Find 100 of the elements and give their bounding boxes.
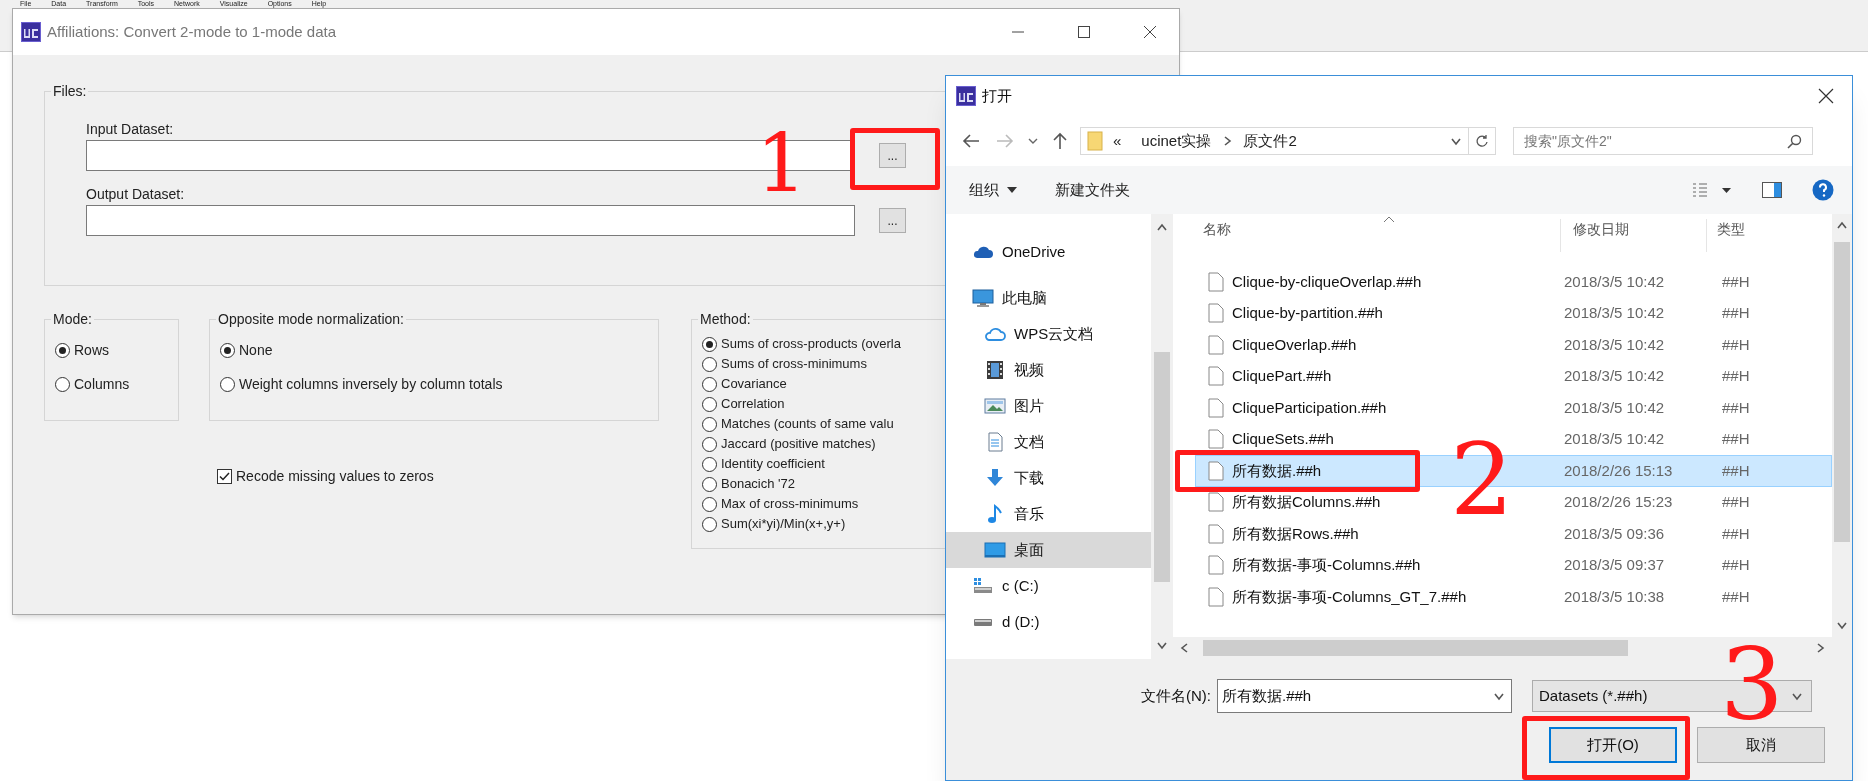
- radio-button[interactable]: [220, 376, 235, 392]
- nav-item[interactable]: 图片: [946, 388, 1151, 424]
- drive-icon: [974, 618, 992, 626]
- breadcrumb-item[interactable]: ucinet实操: [1141, 129, 1212, 153]
- help-icon[interactable]: [1812, 179, 1834, 201]
- preview-pane-icon[interactable]: [1762, 182, 1782, 198]
- chevron-down-icon[interactable]: [1028, 137, 1038, 145]
- browse-button[interactable]: ...: [879, 208, 906, 233]
- desktop-icon: [984, 540, 1006, 560]
- file-row[interactable]: 所有数据-事项-Columns_GT_7.##h 2018/3/5 10:38 ##H: [1195, 581, 1832, 613]
- file-date: 2018/3/5 10:38: [1563, 586, 1666, 607]
- file-row[interactable]: CliqueOverlap.##h 2018/3/5 10:42 ##H: [1195, 329, 1832, 361]
- file-name: 所有数据-事项-Columns_GT_7.##h: [1232, 586, 1467, 607]
- radio-button[interactable]: [702, 376, 717, 392]
- file-icon: [1208, 555, 1224, 576]
- window-title: Affiliations: Convert 2-mode to 1-mode data: [47, 21, 337, 42]
- field-label: Input Dataset:: [86, 120, 174, 138]
- back-arrow-icon[interactable]: [962, 133, 980, 149]
- file-icon: [1208, 586, 1224, 607]
- file-name: 所有数据Rows.##h: [1232, 523, 1359, 544]
- up-arrow-icon[interactable]: [1052, 132, 1068, 150]
- option-label: Rows: [74, 342, 109, 358]
- checkbox[interactable]: [217, 469, 232, 484]
- file-icon: [1208, 366, 1224, 387]
- nav-item[interactable]: 音乐: [946, 496, 1151, 532]
- app-logo-icon: [21, 22, 41, 42]
- file-type: ##H: [1722, 555, 1750, 575]
- nav-item[interactable]: 桌面: [946, 532, 1151, 568]
- file-name: 所有数据-事项-Columns.##h: [1232, 555, 1421, 575]
- dataset-field[interactable]: [86, 205, 855, 236]
- radio-button[interactable]: [220, 342, 235, 358]
- file-row[interactable]: Clique-by-cliqueOverlap.##h 2018/3/5 10:42 ##H: [1195, 266, 1832, 298]
- refresh-icon[interactable]: [1475, 134, 1489, 148]
- file-date: 2018/3/5 10:42: [1563, 271, 1666, 292]
- radio-button[interactable]: [702, 476, 717, 492]
- radio-button[interactable]: [55, 342, 70, 358]
- search-field[interactable]: 搜索"原文件2": [1513, 127, 1813, 155]
- view-options-icon[interactable]: [1692, 182, 1732, 198]
- nav-item[interactable]: WPS云文档: [946, 316, 1151, 352]
- file-icon: [1208, 492, 1224, 513]
- nav-item[interactable]: OneDrive: [946, 234, 1151, 270]
- nav-item[interactable]: 文档: [946, 424, 1151, 460]
- radio-button[interactable]: [702, 456, 717, 472]
- file-date: 2018/3/5 10:42: [1563, 397, 1666, 418]
- radio-button[interactable]: [702, 416, 717, 432]
- file-date: 2018/3/5 10:42: [1563, 366, 1666, 386]
- file-date: 2018/2/26 15:13: [1563, 460, 1674, 481]
- file-icon: [1208, 334, 1224, 355]
- radio-button[interactable]: [702, 496, 717, 512]
- filename-field[interactable]: 所有数据.##h: [1217, 679, 1512, 713]
- file-icon: [1208, 271, 1224, 292]
- search-placeholder: 搜索"原文件2": [1524, 131, 1612, 151]
- scrollbar-thumb[interactable]: [1154, 352, 1170, 582]
- scrollbar-thumb[interactable]: [1203, 640, 1628, 656]
- breadcrumb-item[interactable]: 原文件2: [1243, 129, 1297, 153]
- scrollbar[interactable]: [1832, 214, 1852, 637]
- column-header[interactable]: 修改日期: [1561, 219, 1707, 252]
- maximize-icon[interactable]: [1077, 25, 1091, 39]
- file-date: 2018/3/5 09:37: [1563, 555, 1666, 575]
- file-date: 2018/3/5 10:42: [1563, 334, 1666, 355]
- file-date: 2018/3/5 10:42: [1563, 429, 1666, 449]
- scrollbar[interactable]: [1151, 214, 1173, 659]
- close-icon[interactable]: [1818, 88, 1834, 104]
- option-label: Matches (counts of same valu: [721, 415, 894, 434]
- nav-item[interactable]: c (C:): [946, 568, 1151, 604]
- organize-button[interactable]: 组织: [969, 178, 1017, 202]
- nav-item[interactable]: 视频: [946, 352, 1151, 388]
- breadcrumb-item[interactable]: «: [1113, 129, 1122, 153]
- file-icon: [1208, 429, 1224, 450]
- column-header[interactable]: 类型: [1707, 219, 1832, 252]
- column-header[interactable]: 名称: [1173, 219, 1561, 252]
- file-row[interactable]: 所有数据-事项-Columns.##h 2018/3/5 09:37 ##H: [1195, 549, 1832, 581]
- new-folder-button[interactable]: 新建文件夹: [1055, 178, 1130, 202]
- option-label: Bonacich '72: [721, 475, 796, 494]
- nav-item[interactable]: d (D:): [946, 604, 1151, 640]
- radio-button[interactable]: [702, 516, 717, 532]
- radio-button[interactable]: [702, 436, 717, 452]
- file-type: ##H: [1722, 303, 1750, 323]
- radio-button[interactable]: [55, 376, 70, 392]
- file-type: ##H: [1722, 586, 1750, 607]
- file-row[interactable]: CliquePart.##h 2018/3/5 10:42 ##H: [1195, 360, 1832, 392]
- file-row[interactable]: Clique-by-partition.##h 2018/3/5 10:42 ##H: [1195, 297, 1832, 329]
- close-icon[interactable]: [1143, 25, 1157, 39]
- file-name: CliqueOverlap.##h: [1232, 334, 1357, 355]
- dialog-button[interactable]: 取消: [1697, 727, 1825, 763]
- checkbox-label: Recode missing values to zeros: [236, 467, 434, 486]
- radio-button[interactable]: [702, 396, 717, 412]
- radio-button[interactable]: [702, 356, 717, 372]
- nav-item[interactable]: 此电脑: [946, 280, 1151, 316]
- file-name: 所有数据Columns.##h: [1232, 492, 1381, 512]
- nav-item[interactable]: 下载: [946, 460, 1151, 496]
- file-type: ##H: [1722, 334, 1750, 355]
- file-name: Clique-by-cliqueOverlap.##h: [1232, 271, 1422, 292]
- file-row[interactable]: CliqueParticipation.##h 2018/3/5 10:42 ##H: [1195, 392, 1832, 424]
- dialog-button[interactable]: 打开(O): [1549, 727, 1677, 763]
- scrollbar-thumb[interactable]: [1834, 242, 1850, 542]
- file-type: ##H: [1722, 460, 1750, 481]
- radio-button[interactable]: [702, 336, 717, 352]
- browse-button[interactable]: ...: [879, 143, 906, 168]
- address-bar[interactable]: « ucinet实操 原文件2: [1080, 127, 1496, 155]
